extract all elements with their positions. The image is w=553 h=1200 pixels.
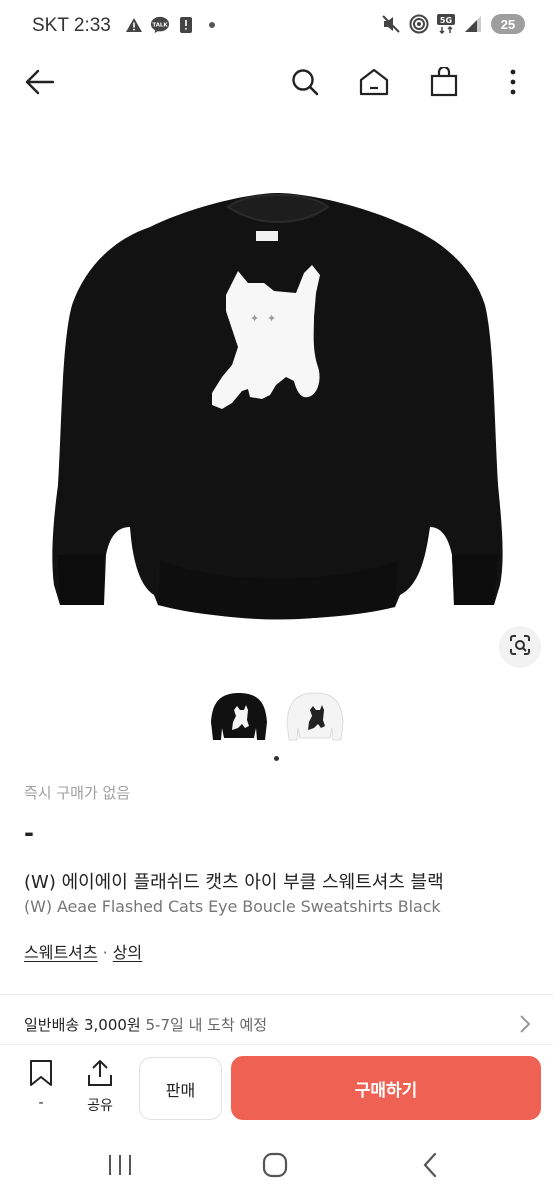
sell-button[interactable]: 판매 xyxy=(139,1057,222,1120)
white-sweatshirt-thumbnail-icon xyxy=(285,692,344,741)
bottom-action-bar: - 공유 판매 구매하기 xyxy=(0,1044,553,1134)
breadcrumb: 스웨트셔츠 · 상의 xyxy=(24,939,142,963)
shipping-eta: 5-7일 내 도착 예정 xyxy=(145,1015,268,1034)
chevron-left-icon xyxy=(422,1152,438,1182)
divider xyxy=(0,994,553,995)
top-navigation xyxy=(0,55,553,113)
product-image[interactable]: ✦ ✦ xyxy=(0,115,553,680)
carrier-name: SKT xyxy=(32,15,69,36)
battery-indicator: 25 xyxy=(491,14,525,34)
signal-icon xyxy=(463,14,483,34)
black-sweatshirt-thumbnail-icon xyxy=(210,693,267,740)
instant-buy-status: 즉시 구매가 없음 xyxy=(24,784,131,802)
mute-icon xyxy=(381,14,401,34)
svg-text:✦: ✦ xyxy=(250,312,259,325)
search-button[interactable] xyxy=(280,55,330,113)
hotspot-icon xyxy=(409,14,429,34)
image-thumbnails xyxy=(0,686,553,750)
system-navigation-bar xyxy=(0,1134,553,1200)
5g-icon: 5G xyxy=(437,14,455,34)
back-arrow-icon xyxy=(25,69,55,99)
warning-icon xyxy=(124,15,144,35)
home-icon xyxy=(359,68,389,100)
recent-apps-icon xyxy=(107,1153,133,1181)
thumbnail-black[interactable] xyxy=(209,686,269,746)
search-icon xyxy=(291,68,319,100)
product-info: 즉시 구매가 없음 - xyxy=(24,782,529,845)
share-icon xyxy=(86,1059,114,1091)
kakaotalk-icon: TALK xyxy=(150,15,170,35)
cart-button[interactable] xyxy=(419,55,469,113)
recent-apps-button[interactable] xyxy=(100,1150,140,1184)
category-link-tops[interactable]: 상의 xyxy=(113,943,142,962)
back-button[interactable] xyxy=(15,55,65,113)
sweatshirt-image: ✦ ✦ xyxy=(52,193,503,620)
system-back-button[interactable] xyxy=(410,1150,450,1184)
more-vertical-icon xyxy=(509,69,517,99)
product-title-ko: (W) 에이에이 플래쉬드 캣츠 아이 부클 스웨트셔츠 블랙 xyxy=(24,872,444,893)
product-title-en: (W) Aeae Flashed Cats Eye Boucle Sweatsh… xyxy=(24,897,441,916)
status-bar: SKT 2:33 TALK 5G 25 xyxy=(0,0,553,52)
price: - xyxy=(24,819,34,847)
buy-button[interactable]: 구매하기 xyxy=(231,1056,541,1120)
shopping-bag-icon xyxy=(430,65,458,101)
network-label: 5G xyxy=(440,16,452,25)
svg-text:✦: ✦ xyxy=(267,312,276,325)
bookmark-icon xyxy=(28,1059,54,1091)
shipping-fee: 일반배송 3,000원 xyxy=(24,1015,141,1034)
category-separator: · xyxy=(102,943,108,962)
share-button[interactable]: 공유 xyxy=(86,1059,114,1115)
bookmark-button[interactable]: - xyxy=(28,1059,54,1111)
home-system-button[interactable] xyxy=(255,1150,295,1184)
home-circle-icon xyxy=(262,1152,288,1182)
shipping-row[interactable]: 일반배송 3,000원 5-7일 내 도착 예정 xyxy=(0,1000,553,1048)
alert-icon xyxy=(176,15,196,35)
category-link-sweatshirts[interactable]: 스웨트셔츠 xyxy=(24,943,98,962)
image-search-button[interactable] xyxy=(499,626,541,668)
bookmark-count: - xyxy=(38,1095,44,1111)
home-button[interactable] xyxy=(349,55,399,113)
share-label: 공유 xyxy=(87,1098,113,1114)
lens-icon xyxy=(509,634,531,660)
carousel-indicator xyxy=(274,756,279,761)
clock: 2:33 xyxy=(73,15,111,36)
chevron-right-icon xyxy=(519,1014,531,1038)
talk-badge-text: TALK xyxy=(152,22,168,28)
notification-dot-icon xyxy=(202,15,222,35)
thumbnail-white[interactable] xyxy=(285,686,345,746)
more-button[interactable] xyxy=(488,55,538,113)
